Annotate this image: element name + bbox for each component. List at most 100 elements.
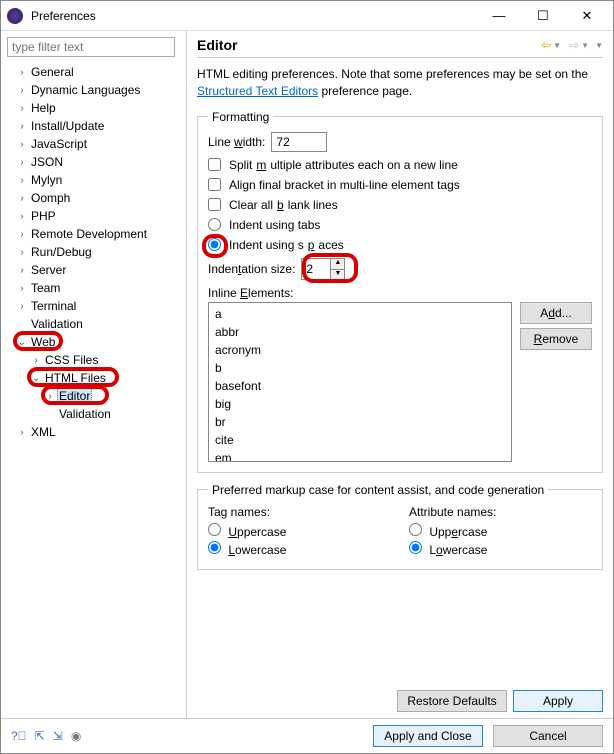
menu-dropdown-icon[interactable]: ▼ [595,41,603,50]
back-icon[interactable]: ⇦ [541,38,551,52]
list-item[interactable]: em [215,449,505,462]
apply-and-close-button[interactable]: Apply and Close [373,725,483,747]
close-button[interactable]: ✕ [567,2,607,30]
tree-item-label: Remote Development [29,227,149,241]
expand-icon[interactable]: › [15,67,29,78]
expand-icon[interactable]: › [43,391,57,402]
list-item[interactable]: br [215,413,505,431]
tag-uppercase-radio[interactable]: Uppercase [208,523,391,539]
indent-size-spinner[interactable]: ▲▼ [301,258,345,280]
expand-icon[interactable]: › [15,139,29,150]
tag-lowercase-radio[interactable]: Lowercase [208,541,391,557]
tree-item-mylyn[interactable]: ›Mylyn [7,171,186,189]
expand-icon[interactable]: › [15,301,29,312]
inline-elements-list[interactable]: aabbracronymbbasefontbigbrciteem [208,302,512,462]
tree-item-dynamic-languages[interactable]: ›Dynamic Languages [7,81,186,99]
list-item[interactable]: a [215,305,505,323]
tree-item-javascript[interactable]: ›JavaScript [7,135,186,153]
expand-icon[interactable]: › [15,103,29,114]
tree-item-help[interactable]: ›Help [7,99,186,117]
tree-item-json[interactable]: ›JSON [7,153,186,171]
maximize-button[interactable]: ☐ [523,2,563,30]
list-item[interactable]: abbr [215,323,505,341]
expand-icon[interactable]: › [15,157,29,168]
indent-tabs-radio[interactable]: Indent using tabs [208,218,320,232]
expand-icon[interactable]: › [15,265,29,276]
help-icon[interactable]: ?⃝ [11,729,27,743]
expand-icon[interactable]: › [15,427,29,438]
tree-item-label: XML [29,425,58,439]
expand-icon[interactable]: › [15,193,29,204]
filter-input[interactable] [7,37,175,57]
titlebar: Preferences — ☐ ✕ [1,1,613,31]
expand-icon[interactable]: ⌄ [15,337,29,348]
expand-icon[interactable]: › [15,283,29,294]
minimize-button[interactable]: — [479,2,519,30]
tree-item-editor[interactable]: ›Editor [7,387,186,405]
tree-item-validation[interactable]: Validation [7,405,186,423]
tree-item-server[interactable]: ›Server [7,261,186,279]
tree-item-php[interactable]: ›PHP [7,207,186,225]
list-item[interactable]: b [215,359,505,377]
spin-down-icon[interactable]: ▼ [330,269,344,279]
spin-up-icon[interactable]: ▲ [330,259,344,269]
tree-item-label: JSON [29,155,65,169]
import-icon[interactable]: ⇱ [35,729,45,743]
sidebar: ›General›Dynamic Languages›Help›Install/… [1,31,187,718]
indent-spaces-radio[interactable]: Indent using spaces [208,238,344,252]
structured-text-editors-link[interactable]: Structured Text Editors [197,84,318,98]
inline-elements-label: Inline Elements: [208,286,592,300]
tree-item-remote-development[interactable]: ›Remote Development [7,225,186,243]
forward-dropdown-icon[interactable]: ▼ [581,41,589,50]
add-button[interactable]: Add... [520,302,592,324]
line-width-input[interactable] [271,132,327,152]
apply-button[interactable]: Apply [513,690,603,712]
expand-icon[interactable]: ⌄ [29,373,43,384]
tree-item-terminal[interactable]: ›Terminal [7,297,186,315]
list-item[interactable]: cite [215,431,505,449]
tree-item-label: Validation [57,407,113,421]
clear-checkbox[interactable]: Clear all blank lines [208,198,338,212]
expand-icon[interactable]: › [15,175,29,186]
tree-item-css-files[interactable]: ›CSS Files [7,351,186,369]
tree-item-web[interactable]: ⌄Web [7,333,186,351]
attr-uppercase-radio[interactable]: Uppercase [409,523,592,539]
tree-item-general[interactable]: ›General [7,63,186,81]
list-item[interactable]: big [215,395,505,413]
tree-item-install-update[interactable]: ›Install/Update [7,117,186,135]
tree-item-validation[interactable]: Validation [7,315,186,333]
tree-item-label: Validation [29,317,85,331]
tree-item-xml[interactable]: ›XML [7,423,186,441]
list-item[interactable]: basefont [215,377,505,395]
restore-defaults-button[interactable]: Restore Defaults [397,690,507,712]
tree-item-team[interactable]: ›Team [7,279,186,297]
attr-lowercase-radio[interactable]: Lowercase [409,541,592,557]
record-icon[interactable]: ◉ [71,729,81,743]
cancel-button[interactable]: Cancel [493,725,603,747]
align-checkbox[interactable]: Align final bracket in multi-line elemen… [208,178,460,192]
expand-icon[interactable]: › [15,211,29,222]
window-title: Preferences [31,9,479,23]
indent-size-input[interactable] [302,259,330,279]
expand-icon[interactable]: › [15,247,29,258]
attr-names-header: Attribute names: [409,505,592,519]
forward-icon[interactable]: ⇨ [569,38,579,52]
expand-icon[interactable]: › [15,229,29,240]
list-item[interactable]: acronym [215,341,505,359]
preferences-tree[interactable]: ›General›Dynamic Languages›Help›Install/… [7,63,186,712]
tree-item-html-files[interactable]: ⌄HTML Files [7,369,186,387]
tree-item-label: Server [29,263,68,277]
remove-button[interactable]: Remove [520,328,592,350]
window-controls: — ☐ ✕ [479,2,607,30]
tree-item-label: HTML Files [43,371,108,385]
expand-icon[interactable]: › [15,85,29,96]
line-width-label: Line width: [208,135,265,149]
split-checkbox[interactable]: Split multiple attributes each on a new … [208,158,458,172]
expand-icon[interactable]: › [29,355,43,366]
tree-item-run-debug[interactable]: ›Run/Debug [7,243,186,261]
expand-icon[interactable]: › [15,121,29,132]
tree-item-label: Oomph [29,191,72,205]
tree-item-oomph[interactable]: ›Oomph [7,189,186,207]
export-icon[interactable]: ⇲ [53,729,63,743]
back-dropdown-icon[interactable]: ▼ [553,41,561,50]
